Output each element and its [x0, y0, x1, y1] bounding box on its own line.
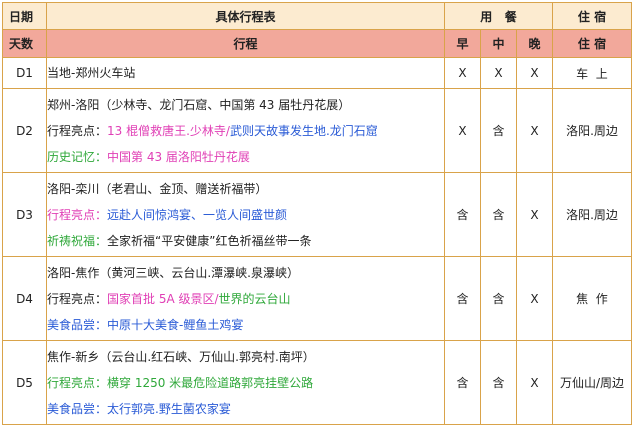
header-breakfast: 早	[444, 29, 481, 58]
header-schedule-title: 具体行程表	[46, 2, 445, 30]
itinerary-line: 祈祷祝福：全家祈福“平安健康”红色祈福丝带一条	[47, 228, 444, 254]
dinner-mark: X	[516, 88, 553, 173]
day-label: D2	[2, 88, 47, 173]
hotel: 车 上	[552, 57, 632, 89]
itinerary-line: 洛阳-栾川（老君山、金顶、赠送祈福带）	[47, 176, 444, 202]
day-label: D5	[2, 340, 47, 425]
itinerary-text: 美食品尝：	[47, 401, 108, 416]
breakfast-mark: X	[444, 57, 481, 89]
itinerary-text: 横穿 1250 米最危险道路郭亮挂壁公路	[107, 375, 314, 390]
itinerary-table: 日期 具体行程表 用 餐 住 宿 天数 行程 早 中 晚 住 宿 D1 当地-郑州…	[2, 2, 632, 425]
lunch-mark: 含	[480, 88, 517, 173]
itinerary-text: 行程亮点：	[47, 123, 108, 138]
itinerary-line: 郑州-洛阳（少林寺、龙门石窟、中国第 43 届牡丹花展）	[47, 92, 444, 118]
header-stay-2: 住 宿	[552, 29, 632, 58]
itinerary-text: 武则天故事发生地.龙门石窟	[229, 123, 378, 138]
header-dinner: 晚	[516, 29, 553, 58]
day-label: D1	[2, 57, 47, 89]
itinerary-text: 郑州-洛阳（少林寺、龙门石窟、中国第 43 届牡丹花展）	[47, 97, 351, 112]
itinerary-line: 行程亮点：横穿 1250 米最危险道路郭亮挂壁公路	[47, 370, 444, 396]
day-label: D4	[2, 256, 47, 341]
hotel: 万仙山/周边	[552, 340, 632, 425]
itinerary-text: 行程亮点：	[47, 291, 108, 306]
hotel: 焦 作	[552, 256, 632, 341]
itinerary-text: 远赴人间惊鸿宴、一览人间盛世颜	[107, 207, 288, 222]
itinerary-text: 洛阳-焦作（黄河三峡、云台山.潭瀑峡.泉瀑峡）	[47, 265, 299, 280]
itinerary-text: 行程亮点：	[47, 207, 108, 222]
itinerary-text: 中国第 43 届洛阳牡丹花展	[107, 149, 250, 164]
hotel: 洛阳.周边	[552, 88, 632, 173]
day-row: D5 焦作-新乡（云台山.红石峡、万仙山.郭亮村.南坪） 行程亮点：横穿 1250 …	[2, 340, 632, 425]
day-itinerary: 洛阳-焦作（黄河三峡、云台山.潭瀑峡.泉瀑峡） 行程亮点：国家首批 5A 级景区/…	[46, 256, 445, 341]
day-itinerary: 当地-郑州火车站	[46, 57, 445, 89]
dinner-mark: X	[516, 172, 553, 257]
itinerary-line: 洛阳-焦作（黄河三峡、云台山.潭瀑峡.泉瀑峡）	[47, 260, 444, 286]
header-days: 天数	[2, 29, 47, 58]
lunch-mark: 含	[480, 256, 517, 341]
day-label: D3	[2, 172, 47, 257]
header-row-1: 日期 具体行程表 用 餐 住 宿	[2, 2, 632, 30]
breakfast-mark: 含	[444, 172, 481, 257]
header-lunch: 中	[480, 29, 517, 58]
dinner-mark: X	[516, 57, 553, 89]
header-stay: 住 宿	[552, 2, 632, 30]
day-row: D2 郑州-洛阳（少林寺、龙门石窟、中国第 43 届牡丹花展） 行程亮点：13 棍僧…	[2, 88, 632, 173]
itinerary-line: 历史记忆：中国第 43 届洛阳牡丹花展	[47, 144, 444, 170]
lunch-mark: 含	[480, 172, 517, 257]
itinerary-line: 美食品尝：中原十大美食-鲤鱼土鸡宴	[47, 312, 444, 338]
header-itinerary: 行程	[46, 29, 445, 58]
itinerary-line: 行程亮点：国家首批 5A 级景区/世界的云台山	[47, 286, 444, 312]
itinerary-text: 全家祈福“平安健康”红色祈福丝带一条	[107, 233, 312, 248]
itinerary-line: 行程亮点：远赴人间惊鸿宴、一览人间盛世颜	[47, 202, 444, 228]
itinerary-text: 世界的云台山	[218, 291, 291, 306]
day-row: D4 洛阳-焦作（黄河三峡、云台山.潭瀑峡.泉瀑峡） 行程亮点：国家首批 5A 级景…	[2, 256, 632, 341]
breakfast-mark: 含	[444, 256, 481, 341]
itinerary-text: 洛阳-栾川（老君山、金顶、赠送祈福带）	[47, 181, 268, 196]
day-itinerary: 郑州-洛阳（少林寺、龙门石窟、中国第 43 届牡丹花展） 行程亮点：13 棍僧救唐…	[46, 88, 445, 173]
dinner-mark: X	[516, 340, 553, 425]
itinerary-text: 太行郭亮.野生菌农家宴	[107, 401, 231, 416]
day-itinerary: 焦作-新乡（云台山.红石峡、万仙山.郭亮村.南坪） 行程亮点：横穿 1250 米最…	[46, 340, 445, 425]
lunch-mark: 含	[480, 340, 517, 425]
itinerary-line: 当地-郑州火车站	[47, 60, 444, 87]
itinerary-text: 祈祷祝福：	[47, 233, 108, 248]
day-row: D1 当地-郑州火车站 X X X 车 上	[2, 57, 632, 89]
itinerary-text: 13 棍僧救唐王.少林寺/	[107, 123, 230, 138]
header-meals: 用 餐	[444, 2, 553, 30]
itinerary-text: 国家首批 5A 级景区/	[107, 291, 219, 306]
breakfast-mark: X	[444, 88, 481, 173]
itinerary-text: 中原十大美食-鲤鱼土鸡宴	[107, 317, 244, 332]
itinerary-line: 焦作-新乡（云台山.红石峡、万仙山.郭亮村.南坪）	[47, 344, 444, 370]
breakfast-mark: 含	[444, 340, 481, 425]
itinerary-text: 历史记忆：	[47, 149, 108, 164]
header-row-2: 天数 行程 早 中 晚 住 宿	[2, 29, 632, 58]
day-row: D3 洛阳-栾川（老君山、金顶、赠送祈福带） 行程亮点：远赴人间惊鸿宴、一览人间盛世…	[2, 172, 632, 257]
day-itinerary: 洛阳-栾川（老君山、金顶、赠送祈福带） 行程亮点：远赴人间惊鸿宴、一览人间盛世颜祈…	[46, 172, 445, 257]
header-date: 日期	[2, 2, 47, 30]
hotel: 洛阳.周边	[552, 172, 632, 257]
dinner-mark: X	[516, 256, 553, 341]
itinerary-line: 行程亮点：13 棍僧救唐王.少林寺/武则天故事发生地.龙门石窟	[47, 118, 444, 144]
itinerary-text: 当地-郑州火车站	[47, 65, 136, 80]
itinerary-line: 美食品尝：太行郭亮.野生菌农家宴	[47, 396, 444, 422]
itinerary-text: 行程亮点：	[47, 375, 108, 390]
itinerary-text: 焦作-新乡（云台山.红石峡、万仙山.郭亮村.南坪）	[47, 349, 315, 364]
itinerary-text: 美食品尝：	[47, 317, 108, 332]
lunch-mark: X	[480, 57, 517, 89]
